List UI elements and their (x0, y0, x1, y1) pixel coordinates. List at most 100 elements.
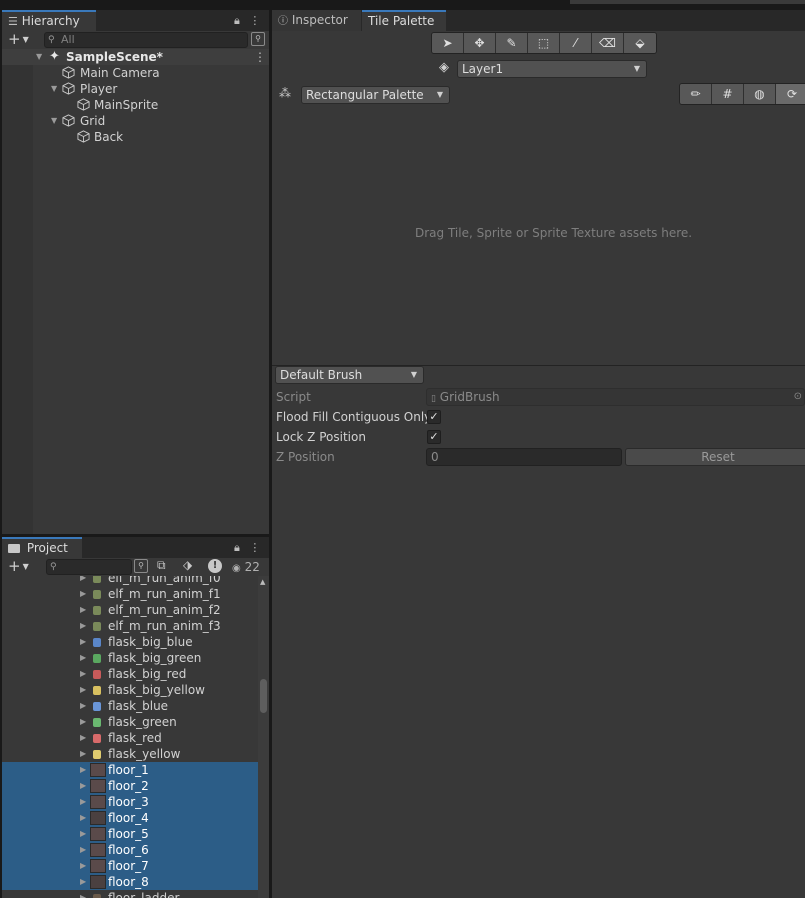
fold-arrow-icon[interactable]: ▶ (80, 810, 86, 826)
filter-by-label-icon[interactable]: ⬗ (183, 558, 192, 572)
asset-row[interactable]: ▶ floor_8 (2, 874, 258, 890)
create-asset-button[interactable]: + ▼ (8, 558, 29, 575)
focus-toggle-button[interactable]: ⟳ (776, 84, 805, 104)
hierarchy-item-back[interactable]: Back (2, 129, 269, 145)
warning-filter-icon[interactable]: ! (208, 559, 222, 573)
grid-fold-arrow[interactable]: ▼ (51, 113, 57, 129)
palette-dropdown[interactable]: Rectangular Palette ▼ (301, 86, 450, 104)
hidden-packages-toggle[interactable]: ◉ 22 (232, 558, 260, 578)
asset-row[interactable]: ▶ floor_4 (2, 810, 258, 826)
asset-label: flask_red (108, 731, 162, 745)
fold-arrow-icon[interactable]: ▶ (80, 826, 86, 842)
fold-arrow-icon[interactable]: ▶ (80, 794, 86, 810)
fold-arrow-icon[interactable]: ▶ (80, 650, 86, 666)
player-fold-arrow[interactable]: ▼ (51, 81, 57, 97)
fold-arrow-icon[interactable]: ▶ (80, 698, 86, 714)
brush-dropdown[interactable]: Default Brush ▼ (275, 366, 424, 384)
hierarchy-search-input[interactable]: ⚲ All (44, 32, 248, 48)
tab-hierarchy[interactable]: ☰ Hierarchy (2, 10, 96, 31)
asset-row[interactable]: ▶ elf_m_run_anim_f2 (2, 602, 258, 618)
hierarchy-item-main-camera[interactable]: Main Camera (2, 65, 269, 81)
fold-arrow-icon[interactable]: ▶ (80, 778, 86, 794)
asset-row[interactable]: ▶ floor_7 (2, 858, 258, 874)
lock-icon[interactable]: 🔒︎ (234, 541, 240, 554)
fold-arrow-icon[interactable]: ▶ (80, 666, 86, 682)
fold-arrow-icon[interactable]: ▶ (80, 858, 86, 874)
scene-more-icon[interactable]: ⋮ (254, 49, 266, 65)
hierarchy-item-player[interactable]: ▼ Player (2, 81, 269, 97)
fold-arrow-icon[interactable]: ▶ (80, 730, 86, 746)
project-scrollbar[interactable]: ▲ (258, 576, 269, 898)
more-icon[interactable]: ⋮ (249, 541, 260, 554)
scene-fold-arrow[interactable]: ▼ (36, 49, 46, 65)
tab-tile-palette[interactable]: Tile Palette (362, 10, 446, 31)
fold-arrow-icon[interactable]: ▶ (80, 618, 86, 634)
grid-toggle-button[interactable]: # (712, 84, 744, 104)
script-value: GridBrush (439, 390, 500, 404)
fill-tool-button[interactable]: ⬙ (624, 33, 656, 53)
fold-arrow-icon[interactable]: ▶ (80, 714, 86, 730)
asset-row[interactable]: ▶ flask_blue (2, 698, 258, 714)
asset-row[interactable]: ▶ floor_2 (2, 778, 258, 794)
brush-value: Default Brush (280, 368, 363, 382)
fold-arrow-icon[interactable]: ▶ (80, 576, 86, 586)
move-tool-button[interactable]: ✥ (464, 33, 496, 53)
z-position-field[interactable]: 0 (426, 448, 622, 466)
edit-palette-button[interactable]: ✏ (680, 84, 712, 104)
picker-tool-button[interactable]: ⁄ (560, 33, 592, 53)
filter-by-type-icon[interactable]: ⧉ (157, 558, 166, 573)
scroll-up-arrow-icon[interactable]: ▲ (260, 578, 265, 586)
palette-drop-area[interactable]: Drag Tile, Sprite or Sprite Texture asse… (272, 106, 805, 365)
gizmo-toggle-button[interactable]: ◍ (744, 84, 776, 104)
tab-project[interactable]: Project (2, 537, 82, 558)
create-button[interactable]: + ▼ (8, 31, 29, 48)
paint-brush-tool-button[interactable]: ✎ (496, 33, 528, 53)
hierarchy-item-grid[interactable]: ▼ Grid (2, 113, 269, 129)
asset-row[interactable]: ▶ flask_yellow (2, 746, 258, 762)
eraser-tool-button[interactable]: ⌫ (592, 33, 624, 53)
scrollbar-thumb[interactable] (260, 679, 267, 713)
object-picker-icon[interactable]: ⊙ (794, 389, 802, 405)
flood-fill-checkbox[interactable]: ✓ (427, 410, 441, 424)
fold-arrow-icon[interactable]: ▶ (80, 602, 86, 618)
asset-row[interactable]: ▶ floor_ladder (2, 890, 258, 898)
asset-row[interactable]: ▶ elf_m_run_anim_f0 (2, 576, 258, 586)
asset-row[interactable]: ▶ floor_1 (2, 762, 258, 778)
active-tilemap-dropdown[interactable]: Layer1 ▼ (457, 60, 647, 78)
asset-row[interactable]: ▶ flask_big_blue (2, 634, 258, 650)
fold-arrow-icon[interactable]: ▶ (80, 634, 86, 650)
search-by-type-icon[interactable]: ⚲ (251, 32, 265, 46)
asset-row[interactable]: ▶ flask_big_yellow (2, 682, 258, 698)
fold-arrow-icon[interactable]: ▶ (80, 842, 86, 858)
search-by-type-icon[interactable]: ⚲ (134, 559, 148, 573)
asset-row[interactable]: ▶ floor_3 (2, 794, 258, 810)
fold-arrow-icon[interactable]: ▶ (80, 874, 86, 890)
fold-arrow-icon[interactable]: ▶ (80, 746, 86, 762)
select-tool-button[interactable]: ➤ (432, 33, 464, 53)
hierarchy-item-mainsprite[interactable]: MainSprite (2, 97, 269, 113)
tab-inspector[interactable]: ⓘ Inspector (272, 10, 361, 31)
project-search-input[interactable]: ⚲ (46, 559, 132, 575)
folder-icon (8, 544, 20, 553)
asset-row[interactable]: ▶ flask_big_green (2, 650, 258, 666)
box-fill-tool-button[interactable]: ⬚ (528, 33, 560, 53)
asset-row[interactable]: ▶ floor_5 (2, 826, 258, 842)
vertical-splitter[interactable] (269, 10, 272, 898)
reset-button[interactable]: Reset (625, 448, 805, 466)
scene-row[interactable]: ▼ ✦ SampleScene* ⋮ (2, 49, 269, 65)
asset-row[interactable]: ▶ flask_big_red (2, 666, 258, 682)
fold-arrow-icon[interactable]: ▶ (80, 682, 86, 698)
lock-z-checkbox[interactable]: ✓ (427, 430, 441, 444)
fold-arrow-icon[interactable]: ▶ (80, 762, 86, 778)
asset-row[interactable]: ▶ elf_m_run_anim_f1 (2, 586, 258, 602)
asset-row[interactable]: ▶ floor_6 (2, 842, 258, 858)
more-icon[interactable]: ⋮ (249, 14, 260, 27)
script-field[interactable]: ▯ GridBrush ⊙ (426, 388, 805, 406)
fold-arrow-icon[interactable]: ▶ (80, 586, 86, 602)
lock-icon[interactable]: 🔒︎ (234, 14, 240, 27)
fold-arrow-icon[interactable]: ▶ (80, 890, 86, 898)
horizontal-splitter[interactable] (2, 534, 269, 537)
asset-row[interactable]: ▶ flask_red (2, 730, 258, 746)
asset-row[interactable]: ▶ flask_green (2, 714, 258, 730)
asset-row[interactable]: ▶ elf_m_run_anim_f3 (2, 618, 258, 634)
